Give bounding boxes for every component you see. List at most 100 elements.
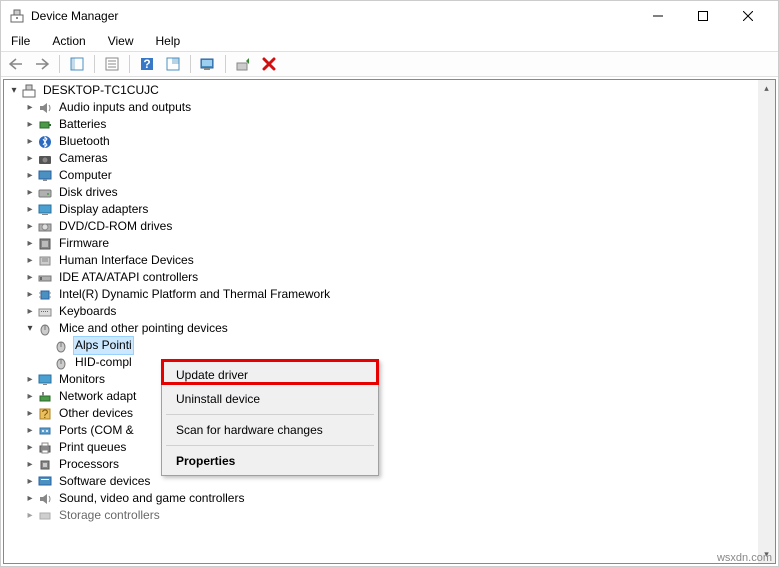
expand-icon[interactable]: ▸	[24, 371, 36, 388]
expand-icon[interactable]: ▸	[24, 116, 36, 133]
tree-node-dvd[interactable]: ▸DVD/CD-ROM drives	[8, 218, 775, 235]
menu-file[interactable]: File	[7, 32, 34, 50]
help-button[interactable]: ?	[136, 53, 158, 75]
tree-node-alps[interactable]: Alps Pointi	[8, 337, 775, 354]
expand-icon[interactable]: ▸	[24, 184, 36, 201]
toolbar-separator	[59, 55, 60, 73]
expand-icon[interactable]: ▸	[24, 507, 36, 524]
menu-scan-hardware[interactable]: Scan for hardware changes	[164, 418, 376, 442]
tree-node-batteries[interactable]: ▸Batteries	[8, 116, 775, 133]
tree-root[interactable]: ▾ DESKTOP-TC1CUJC	[8, 82, 775, 99]
menu-action[interactable]: Action	[48, 32, 89, 50]
camera-icon	[37, 151, 53, 167]
battery-icon	[37, 117, 53, 133]
network-icon	[37, 389, 53, 405]
device-tree[interactable]: ▾ DESKTOP-TC1CUJC ▸Audio inputs and outp…	[4, 80, 775, 524]
titlebar: Device Manager	[1, 1, 778, 31]
expand-icon[interactable]: ▸	[24, 269, 36, 286]
expand-icon[interactable]: ▸	[24, 201, 36, 218]
menu-uninstall-device[interactable]: Uninstall device	[164, 387, 376, 411]
tree-node-print[interactable]: ▸ Print queues	[8, 439, 775, 456]
context-menu: Update driver Uninstall device Scan for …	[161, 360, 379, 476]
vertical-scrollbar[interactable]: ▴ ▾	[758, 80, 775, 563]
tree-node-mice[interactable]: ▾Mice and other pointing devices	[8, 320, 775, 337]
app-icon	[9, 8, 25, 24]
expand-icon[interactable]: ▸	[24, 252, 36, 269]
uninstall-button[interactable]	[258, 53, 280, 75]
printer-icon	[37, 440, 53, 456]
node-label: Processors	[57, 456, 121, 473]
expand-icon[interactable]: ▸	[24, 388, 36, 405]
expand-icon[interactable]: ▸	[24, 456, 36, 473]
menu-help[interactable]: Help	[152, 32, 185, 50]
tree-node-keyboards[interactable]: ▸Keyboards	[8, 303, 775, 320]
tree-node-disk[interactable]: ▸ Disk drives	[8, 184, 775, 201]
back-button[interactable]	[5, 53, 27, 75]
scan-button[interactable]	[197, 53, 219, 75]
minimize-button[interactable]	[635, 2, 680, 30]
expand-icon[interactable]: ▸	[24, 286, 36, 303]
tree-node-network[interactable]: ▸Network adapt	[8, 388, 775, 405]
node-label: Sound, video and game controllers	[57, 490, 246, 507]
tree-node-ports[interactable]: ▸Ports (COM &	[8, 422, 775, 439]
display-icon	[37, 202, 53, 218]
tree-node-software[interactable]: ▸Software devices	[8, 473, 775, 490]
tree-node-storage[interactable]: ▸Storage controllers	[8, 507, 775, 524]
expand-icon[interactable]: ▸	[24, 235, 36, 252]
expand-icon[interactable]: ▸	[24, 490, 36, 507]
menu-properties[interactable]: Properties	[164, 449, 376, 473]
expand-icon[interactable]: ▸	[24, 439, 36, 456]
scroll-up-icon[interactable]: ▴	[758, 80, 775, 97]
monitor-icon	[37, 372, 53, 388]
tree-node-cameras[interactable]: ▸Cameras	[8, 150, 775, 167]
mouse-icon	[37, 321, 53, 337]
show-hide-button[interactable]	[66, 53, 88, 75]
disk-icon	[37, 185, 53, 201]
node-label: Intel(R) Dynamic Platform and Thermal Fr…	[57, 286, 332, 303]
tree-node-processors[interactable]: ▸ Processors	[8, 456, 775, 473]
tree-node-other[interactable]: ▸?Other devices	[8, 405, 775, 422]
tree-node-computer[interactable]: ▸ Computer	[8, 167, 775, 184]
toolbar-separator	[129, 55, 130, 73]
tree-node-sound[interactable]: ▸ Sound, video and game controllers	[8, 490, 775, 507]
node-label: Computer	[57, 167, 114, 184]
node-label: IDE ATA/ATAPI controllers	[57, 269, 200, 286]
expand-icon[interactable]: ▸	[24, 218, 36, 235]
tree-node-display[interactable]: ▸Display adapters	[8, 201, 775, 218]
node-label: Print queues	[57, 439, 128, 456]
node-label: Monitors	[57, 371, 107, 388]
toolbar-separator	[94, 55, 95, 73]
node-label: Other devices	[57, 405, 135, 422]
forward-button[interactable]	[31, 53, 53, 75]
tree-node-audio[interactable]: ▸Audio inputs and outputs	[8, 99, 775, 116]
tree-node-ide[interactable]: ▸ IDE ATA/ATAPI controllers	[8, 269, 775, 286]
expand-icon[interactable]: ▸	[24, 303, 36, 320]
expand-icon[interactable]: ▸	[24, 167, 36, 184]
toolbar-separator	[190, 55, 191, 73]
menu-update-driver[interactable]: Update driver	[164, 363, 376, 387]
expand-icon[interactable]: ▸	[24, 473, 36, 490]
tree-node-bluetooth[interactable]: ▸Bluetooth	[8, 133, 775, 150]
collapse-icon[interactable]: ▾	[24, 320, 36, 337]
expand-icon[interactable]: ▾	[8, 82, 20, 99]
update-driver-button[interactable]	[232, 53, 254, 75]
expand-icon[interactable]: ▸	[24, 405, 36, 422]
properties-button[interactable]	[101, 53, 123, 75]
tree-node-hid[interactable]: ▸Human Interface Devices	[8, 252, 775, 269]
expand-icon[interactable]: ▸	[24, 422, 36, 439]
expand-icon[interactable]: ▸	[24, 99, 36, 116]
node-label: Disk drives	[57, 184, 120, 201]
expand-icon[interactable]: ▸	[24, 133, 36, 150]
mouse-icon	[53, 338, 69, 354]
tree-node-monitors[interactable]: ▸ Monitors	[8, 371, 775, 388]
tree-node-intel[interactable]: ▸ Intel(R) Dynamic Platform and Thermal F…	[8, 286, 775, 303]
close-button[interactable]	[725, 2, 770, 30]
menu-view[interactable]: View	[104, 32, 138, 50]
expand-icon[interactable]: ▸	[24, 150, 36, 167]
menu-separator	[166, 414, 374, 415]
action-button[interactable]	[162, 53, 184, 75]
maximize-button[interactable]	[680, 2, 725, 30]
tree-node-firmware[interactable]: ▸Firmware	[8, 235, 775, 252]
ide-icon	[37, 270, 53, 286]
tree-node-hid-mouse[interactable]: HID-compl	[8, 354, 775, 371]
